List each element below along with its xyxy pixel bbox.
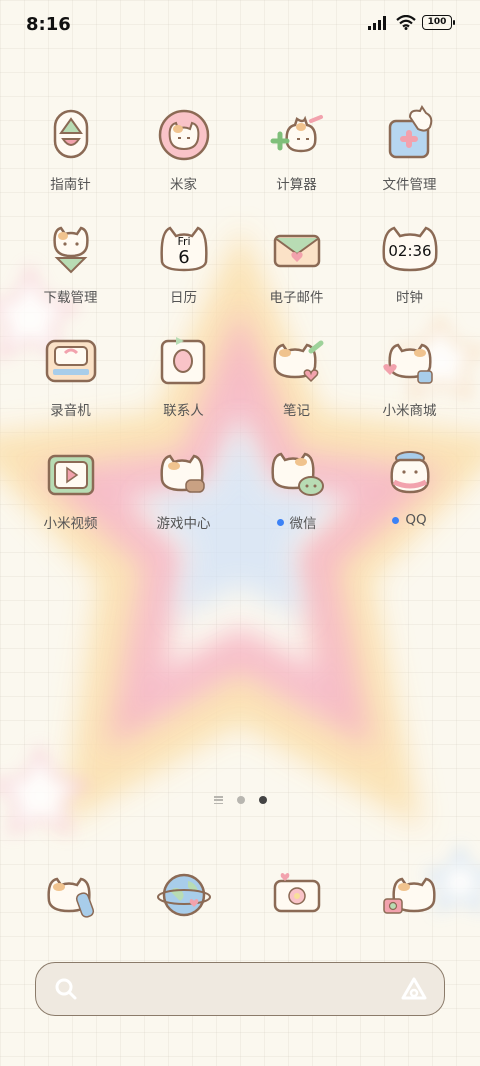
app-label: 微信	[289, 516, 317, 532]
app-label: 米家	[170, 177, 197, 193]
browser-icon	[156, 873, 211, 917]
notification-dot	[276, 518, 284, 526]
contacts-icon	[160, 337, 205, 385]
assistant-icon[interactable]	[400, 976, 428, 1002]
app-label: 计算器	[276, 177, 317, 193]
signal-icon	[368, 15, 386, 30]
app-contacts[interactable]: 联系人	[127, 331, 240, 431]
app-clock[interactable]: 02:36 时钟	[353, 218, 466, 318]
page-indicator[interactable]	[0, 796, 480, 804]
app-compass[interactable]: 指南针	[14, 105, 127, 205]
app-label: 录音机	[50, 403, 91, 419]
app-label: QQ	[405, 512, 427, 528]
search-icon	[55, 978, 77, 1000]
app-notes[interactable]: 笔记	[240, 331, 353, 431]
battery-icon: 100	[422, 15, 455, 30]
game-center-icon	[159, 454, 205, 493]
mi-home-icon	[158, 109, 209, 161]
app-label: 小米视频	[43, 516, 98, 532]
app-label: 下载管理	[43, 290, 98, 306]
app-mi-video[interactable]: 小米视频	[14, 444, 127, 544]
app-label: 联系人	[163, 403, 204, 419]
mi-store-icon	[382, 343, 433, 384]
page-dot[interactable]	[236, 796, 245, 804]
app-label: 日历	[170, 290, 197, 306]
status-bar: 8:16 100	[0, 0, 480, 50]
clock-time: 02:36	[388, 242, 431, 260]
camera-icon	[382, 877, 436, 914]
status-icons: 100	[368, 15, 455, 30]
app-recorder[interactable]: 录音机	[14, 331, 127, 431]
app-label: 电子邮件	[269, 290, 324, 306]
app-wechat[interactable]: 微信	[240, 444, 353, 544]
app-mi-store[interactable]: 小米商城	[353, 331, 466, 431]
app-calculator[interactable]: 计算器	[240, 105, 353, 205]
app-game-center[interactable]: 游戏中心	[127, 444, 240, 544]
app-calendar[interactable]: Fri 6 日历	[127, 218, 240, 318]
app-mi-home[interactable]: 米家	[127, 105, 240, 205]
email-icon	[273, 234, 320, 268]
app-download-manager[interactable]: 下载管理	[14, 218, 127, 318]
gallery-icon	[273, 873, 320, 913]
dock	[14, 865, 466, 935]
notes-icon	[272, 340, 323, 383]
file-manager-icon	[388, 105, 432, 159]
phone-icon	[46, 877, 94, 918]
recorder-icon	[45, 339, 96, 383]
dock-gallery[interactable]	[240, 865, 353, 929]
page-dot-active[interactable]	[258, 796, 267, 804]
compass-icon	[53, 109, 88, 159]
calendar-date: 6	[178, 247, 189, 268]
app-email[interactable]: 电子邮件	[240, 218, 353, 318]
notification-dot	[392, 516, 400, 524]
app-label: 笔记	[283, 403, 310, 419]
app-file-manager[interactable]: 文件管理	[353, 105, 466, 205]
download-icon	[52, 226, 89, 274]
calculator-icon	[270, 115, 323, 153]
wifi-icon	[396, 15, 416, 30]
dock-phone[interactable]	[14, 865, 127, 929]
app-qq[interactable]: QQ	[353, 444, 466, 544]
qq-icon	[389, 451, 430, 494]
app-label: 指南针	[50, 177, 91, 193]
search-bar[interactable]	[35, 962, 445, 1016]
wechat-icon	[270, 452, 324, 496]
dock-browser[interactable]	[127, 865, 240, 929]
calendar-icon: Fri 6	[159, 226, 208, 272]
status-time: 8:16	[26, 14, 71, 35]
app-label: 文件管理	[382, 177, 437, 193]
app-label: 游戏中心	[156, 516, 211, 532]
dock-camera[interactable]	[353, 865, 466, 929]
clock-icon: 02:36	[381, 226, 438, 272]
app-label: 小米商城	[382, 403, 437, 419]
app-label: 时钟	[396, 290, 423, 306]
pager-menu-icon	[213, 796, 223, 804]
mi-video-icon	[47, 454, 94, 496]
